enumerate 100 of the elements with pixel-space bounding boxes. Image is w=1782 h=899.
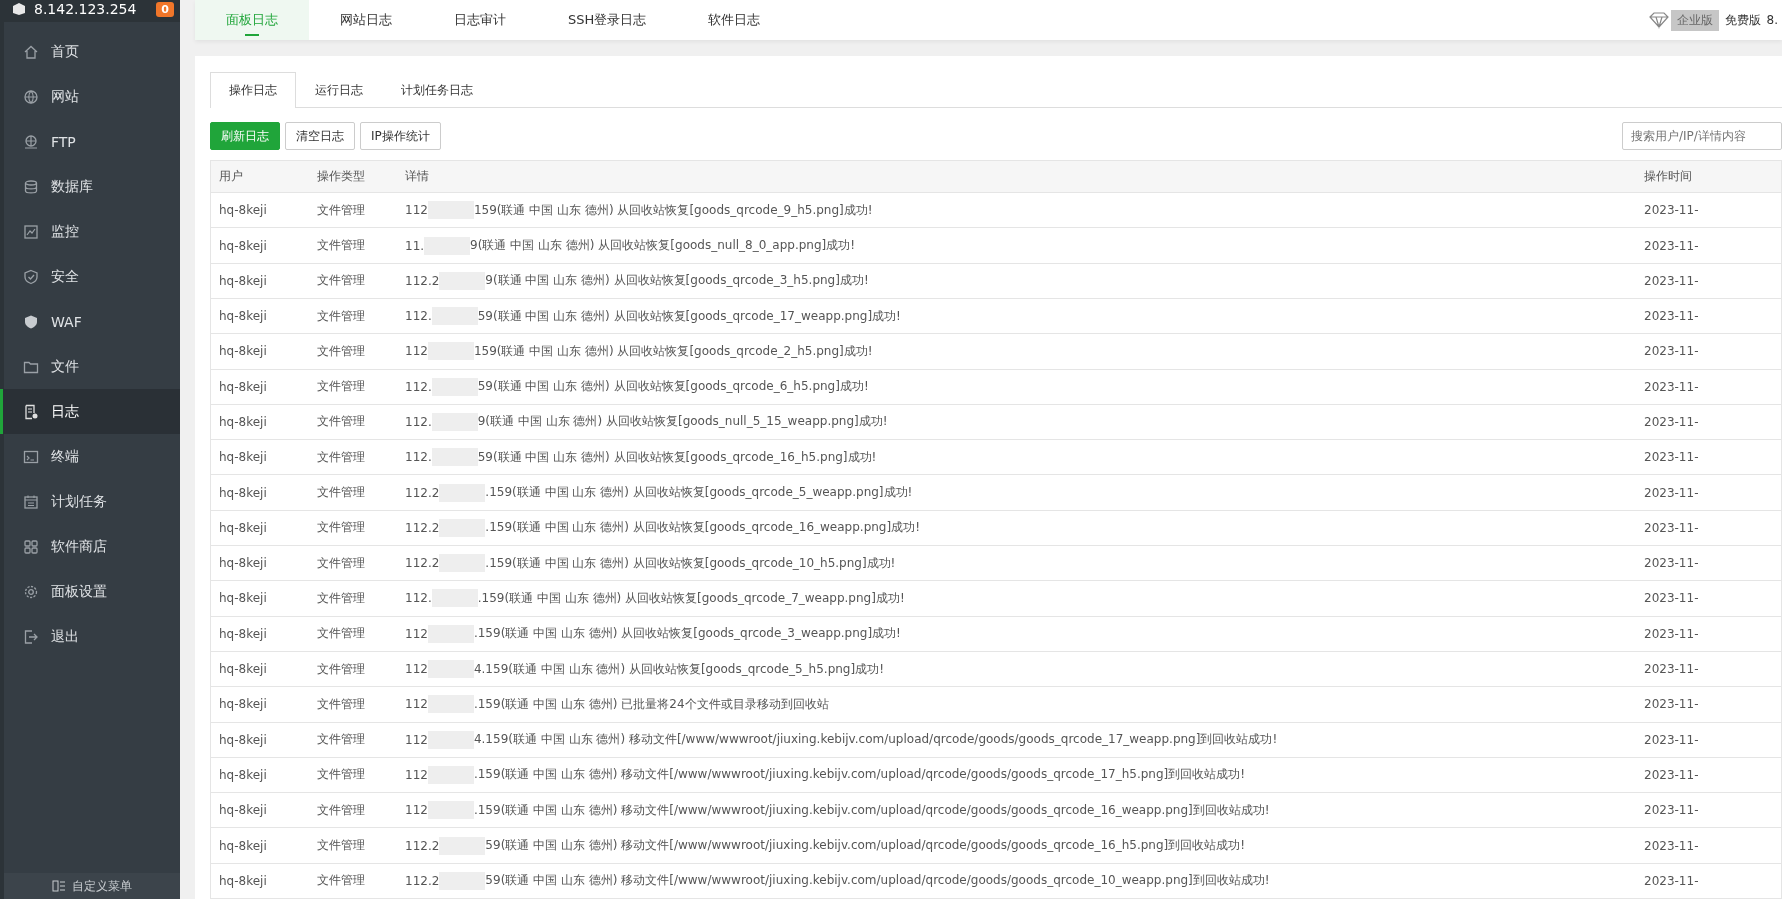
ip-fragment: 112: [404, 767, 428, 782]
table-cell-text: hq-8keji: [218, 238, 268, 253]
table-cell-text: hq-8keji: [218, 732, 268, 747]
ip-fragment: 112: [404, 344, 428, 359]
sidebar-item[interactable]: 计划任务: [0, 479, 180, 524]
calendar-icon: [23, 493, 39, 510]
table-cell: 59(联通 中国 山东 德州) 从回收站恢复[goods_qrcode_17_weapp.png]成功!: [477, 307, 901, 325]
ip-fragment: 112: [404, 732, 428, 747]
table-cell-text: 文件管理: [316, 448, 366, 466]
table-cell-text: 文件管理: [316, 519, 366, 537]
ip-fragment: 112.2: [404, 485, 440, 500]
table-cell-text: hq-8keji: [218, 450, 268, 465]
sidebar-item[interactable]: 监控: [0, 209, 180, 254]
ip-fragment: 112.2: [404, 520, 440, 535]
sidebar-item[interactable]: 软件商店: [0, 524, 180, 569]
table-cell-text: 2023-11-: [1643, 415, 1700, 429]
globe-icon: [23, 88, 39, 105]
table-cell: .159(联通 中国 山东 德州) 移动文件[/www/wwwroot/jiuxing.kebijv.com/upload/qrcode/goods/goods_qrcode_17_h5.png]到回收站成功!: [473, 766, 1246, 784]
sub-tab[interactable]: 操作日志: [210, 72, 296, 109]
sidebar-item[interactable]: WAF: [0, 299, 180, 344]
top-tab[interactable]: 日志审计: [423, 0, 537, 41]
chart-icon: [23, 223, 39, 240]
sidebar-item[interactable]: 文件: [0, 344, 180, 389]
table-cell: .159(联通 中国 山东 德州) 从回收站恢复[goods_qrcode_10_h5.png]成功!: [485, 554, 896, 572]
table-cell-text: 文件管理: [316, 731, 366, 749]
ip-fragment: 112.2: [404, 873, 440, 888]
table-cell-text: 文件管理: [316, 237, 366, 254]
home-icon: [23, 43, 39, 60]
sidebar-item[interactable]: 终端: [0, 434, 180, 479]
table-cell-text: 2023-11-: [1643, 379, 1700, 394]
toolbar-button[interactable]: IP操作统计: [360, 122, 441, 151]
table-cell-text: 2023-11-: [1643, 344, 1700, 359]
table-cell-text: 文件管理: [316, 872, 366, 890]
sidebar-item[interactable]: 网站: [0, 74, 180, 119]
sidebar-item[interactable]: 安全: [0, 254, 180, 299]
table-cell-text: hq-8keji: [218, 767, 268, 782]
top-tab[interactable]: 软件日志: [677, 0, 792, 41]
table-cell-text: 2023-11-: [1643, 520, 1700, 535]
logo-icon: [12, 2, 26, 16]
table-cell-text: hq-8keji: [218, 415, 268, 429]
table-cell-text: 2023-11-: [1643, 697, 1700, 712]
table-cell: 159(联通 中国 山东 德州) 从回收站恢复[goods_qrcode_2_h5.png]成功!: [473, 342, 873, 360]
top-tab[interactable]: 网站日志: [309, 0, 423, 41]
ip-fragment: 112: [404, 203, 428, 218]
shield-icon: [23, 313, 39, 330]
menu-icon: [52, 880, 66, 892]
table-cell-text: 文件管理: [316, 342, 366, 360]
sidebar-item[interactable]: 退出: [0, 614, 180, 659]
sidebar-item[interactable]: 数据库: [0, 164, 180, 209]
table-cell-text: 文件管理: [316, 801, 366, 819]
shield-icon: [23, 268, 39, 285]
ip-fragment: 112: [404, 626, 428, 641]
database-icon: [23, 178, 39, 195]
table-cell: .159(联通 中国 山东 德州) 从回收站恢复[goods_qrcode_3_weapp.png]成功!: [473, 625, 901, 643]
sidebar-item[interactable]: 面板设置: [0, 569, 180, 614]
terminal-icon: [23, 448, 39, 465]
table-cell-text: 文件管理: [316, 413, 366, 431]
table-cell-text: 2023-11-: [1643, 767, 1700, 782]
ip-fragment: 112.: [404, 309, 432, 324]
table-cell: 9(联通 中国 山东 德州) 从回收站恢复[goods_null_5_15_weapp.png]成功!: [477, 413, 888, 431]
table-cell-text: 2023-11-: [1643, 626, 1700, 641]
table-cell-text: 2023-11-: [1643, 450, 1700, 465]
table-cell-text: 2023-11-: [1643, 732, 1700, 747]
table-cell-text: 文件管理: [316, 837, 366, 855]
sub-tab[interactable]: 计划任务日志: [382, 72, 492, 109]
table-cell: 59(联通 中国 山东 德州) 从回收站恢复[goods_qrcode_6_h5.png]成功!: [477, 378, 869, 396]
enterprise-edition-label[interactable]: 企业版: [1670, 9, 1719, 31]
table-cell: 4.159(联通 中国 山东 德州) 移动文件[/www/wwwroot/jiuxing.kebijv.com/upload/qrcode/goods/goods_qrcode_17_weapp.png]到回收站成功!: [473, 731, 1278, 749]
sidebar-item[interactable]: 日志: [0, 389, 180, 434]
table-cell-text: 文件管理: [316, 766, 366, 784]
table-cell-text: 文件管理: [316, 554, 366, 572]
table-cell-text: 文件管理: [316, 695, 366, 713]
table-cell: .159(联通 中国 山东 德州) 从回收站恢复[goods_qrcode_16_weapp.png]成功!: [485, 519, 920, 537]
ip-fragment: 112: [404, 662, 428, 677]
ip-fragment: 112.: [404, 415, 432, 429]
toolbar-button[interactable]: 清空日志: [285, 122, 355, 151]
table-cell-text: 2023-11-: [1643, 803, 1700, 818]
sidebar-item[interactable]: FTP: [0, 119, 180, 164]
table-cell-text: 文件管理: [316, 378, 366, 396]
column-header: 操作类型: [316, 168, 366, 186]
table-cell: 59(联通 中国 山东 德州) 移动文件[/www/wwwroot/jiuxing.kebijv.com/upload/qrcode/goods/goods_qrcode_10_weapp.png]到回收站成功!: [485, 872, 1270, 890]
table-cell-text: 2023-11-: [1643, 309, 1700, 324]
table-cell-text: 2023-11-: [1643, 838, 1700, 853]
ip-fragment: 112.: [404, 450, 432, 465]
version-label: 8.: [1766, 13, 1778, 28]
sidebar-item[interactable]: 首页: [0, 29, 180, 74]
table-cell-text: hq-8keji: [218, 520, 268, 535]
top-tab[interactable]: SSH登录日志: [537, 0, 678, 41]
table-cell-text: 2023-11-: [1643, 203, 1700, 218]
ip-fragment: 112.: [404, 379, 432, 394]
search-field[interactable]: 搜索用户/IP/详情内容: [1622, 122, 1782, 151]
table-cell: .159(联通 中国 山东 德州) 从回收站恢复[goods_qrcode_5_weapp.png]成功!: [485, 484, 913, 502]
table-cell: 4.159(联通 中国 山东 德州) 从回收站恢复[goods_qrcode_5_h5.png]成功!: [473, 660, 884, 678]
table-cell-text: 2023-11-: [1643, 591, 1700, 606]
document-icon: [23, 403, 39, 420]
table-cell-text: hq-8keji: [218, 485, 268, 500]
ip-fragment: 112.: [404, 591, 432, 606]
sub-tab[interactable]: 运行日志: [296, 72, 382, 109]
custom-menu-button[interactable]: 自定义菜单: [4, 873, 180, 899]
ip-fragment: 112: [404, 697, 428, 712]
